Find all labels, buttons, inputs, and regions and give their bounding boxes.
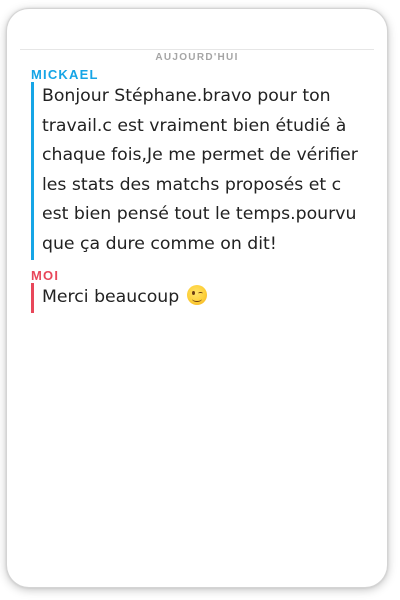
- winking-face-icon: [186, 285, 207, 305]
- sender-name: MOI: [31, 268, 60, 283]
- message-text: Bonjour Stéphane.bravo pour ton travail.…: [31, 82, 375, 260]
- date-divider: [20, 49, 374, 50]
- message-mickael[interactable]: MICKAEL Bonjour Stéphane.bravo pour ton …: [29, 67, 375, 260]
- chat-card: AUJOURD'HUI MICKAEL Bonjour Stéphane.bra…: [7, 9, 387, 587]
- message-text: Merci beaucoup: [42, 287, 185, 307]
- message-text-wrapper: Merci beaucoup: [31, 283, 375, 313]
- message-moi[interactable]: MOI Merci beaucoup: [29, 268, 375, 313]
- sender-name: MICKAEL: [31, 67, 99, 82]
- date-label: AUJOURD'HUI: [7, 52, 387, 63]
